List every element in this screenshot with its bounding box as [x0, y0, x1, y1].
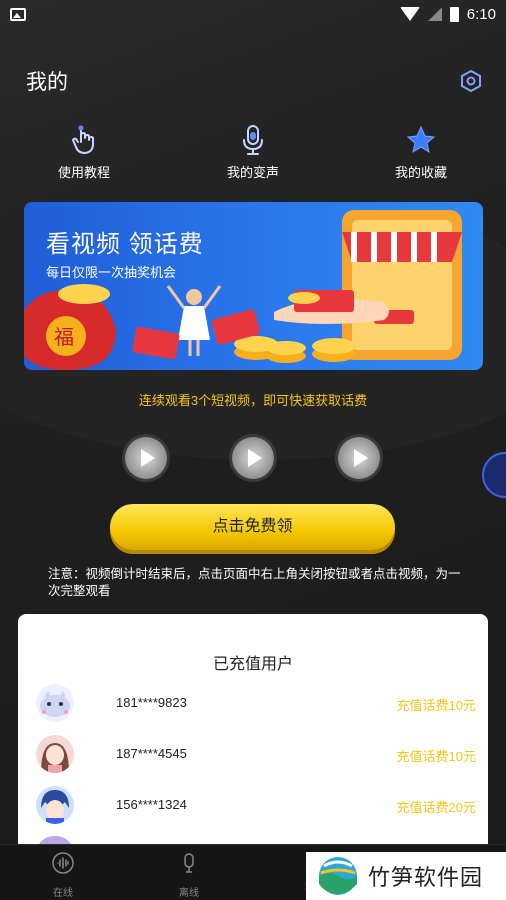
avatar — [36, 786, 74, 824]
status-bar: 6:10 — [0, 0, 506, 28]
settings-button[interactable] — [459, 69, 483, 93]
watermark-text: 竹笋软件园 — [368, 865, 484, 890]
wifi-icon — [399, 7, 420, 21]
video-play-button-1[interactable] — [125, 437, 167, 479]
notice-text: 注意：视频倒计时结束后，点击页面中右上角关闭按钮或者点击视频，为一次完整观看 — [48, 567, 461, 598]
status-time: 6:10 — [466, 5, 496, 23]
star-icon — [406, 125, 436, 154]
video-play-button-3[interactable] — [338, 437, 380, 479]
video-play-button-2[interactable] — [232, 437, 274, 479]
microphone-icon — [243, 125, 263, 155]
watermark-logo: 竹笋软件园 — [306, 852, 506, 900]
signal-icon — [427, 7, 442, 21]
recharge-amount: 充值话费20元 — [396, 800, 476, 815]
quick-action-label: 我的变声 — [226, 165, 279, 180]
nav-label: 在线 — [53, 888, 73, 899]
battery-icon — [449, 6, 459, 22]
recharge-amount: 充值话费10元 — [396, 698, 476, 713]
recharge-users-card: 已充值用户 181****9823 充值话费10元 187****4545 充值… — [18, 614, 488, 854]
recharge-phone: 187****4545 — [116, 746, 187, 761]
quick-action-label: 我的收藏 — [394, 165, 447, 180]
page: 6:10 我的 使用教程 我的变声 我的收藏 看视频 领话费 每日仅限一次抽奖机… — [0, 0, 506, 900]
recharge-phone: 181****9823 — [116, 695, 187, 710]
quick-action-label: 使用教程 — [57, 165, 110, 180]
banner-illustration: 福 — [24, 210, 462, 370]
floating-side-button[interactable] — [482, 452, 506, 498]
voice-wave-icon — [52, 852, 74, 874]
microphone-icon — [184, 853, 194, 873]
page-title: 我的 — [26, 71, 68, 94]
promo-notice: 连续观看3个短视频，即可快速获取话费 — [138, 393, 368, 408]
hexagon-settings-icon — [461, 69, 481, 93]
play-icon — [354, 449, 368, 467]
recharge-amount: 充值话费10元 — [396, 749, 476, 764]
nav-label: 离线 — [179, 888, 199, 899]
play-icon — [248, 449, 262, 467]
svg-text:福: 福 — [54, 325, 74, 349]
play-icon — [141, 449, 155, 467]
promo-banner[interactable]: 看视频 领话费 每日仅限一次抽奖机会 福 — [24, 202, 483, 370]
avatar — [36, 684, 74, 722]
list-item: 187****4545 充值话费10元 — [36, 735, 476, 775]
bamboo-logo-icon — [319, 857, 357, 895]
claim-free-button[interactable]: 点击免费领 — [110, 504, 395, 550]
gallery-icon — [10, 7, 26, 21]
quick-actions: 使用教程 我的变声 我的收藏 — [0, 124, 506, 184]
recharge-phone: 156****1324 — [116, 797, 187, 812]
avatar — [36, 735, 74, 773]
list-item: 181****9823 充值话费10元 — [36, 684, 476, 724]
quick-action-tutorial[interactable]: 使用教程 — [24, 124, 144, 181]
quick-action-my-voice[interactable]: 我的变声 — [193, 124, 313, 181]
recharge-title: 已充值用户 — [212, 656, 293, 673]
list-item: 156****1324 充值话费20元 — [36, 786, 476, 826]
nav-item-online[interactable]: 在线 — [33, 851, 93, 899]
nav-item-offline[interactable]: 离线 — [159, 851, 219, 899]
quick-action-favorites[interactable]: 我的收藏 — [361, 124, 481, 181]
tap-hand-icon — [71, 125, 94, 155]
